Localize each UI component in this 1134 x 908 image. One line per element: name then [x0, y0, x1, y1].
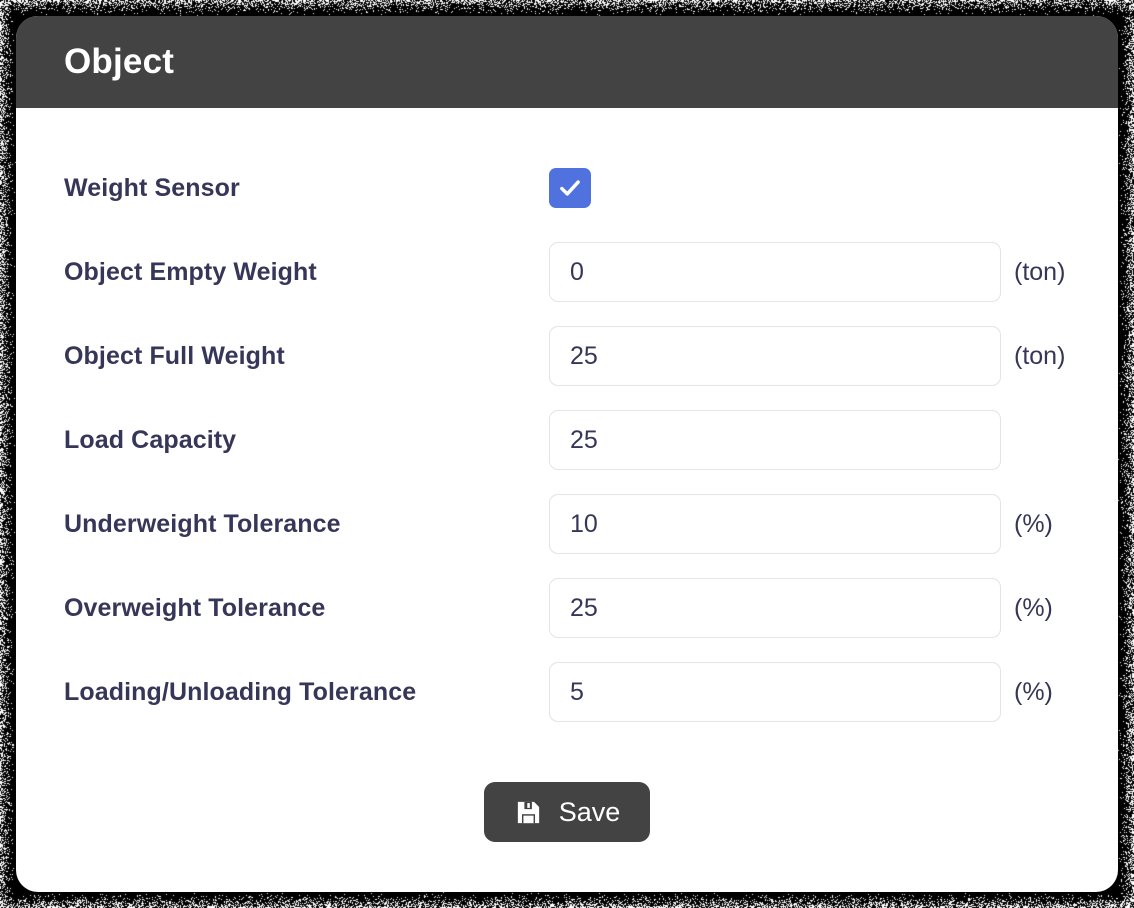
- load-capacity-input[interactable]: [549, 410, 1001, 470]
- form-row-object-empty-weight: Object Empty Weight (ton): [16, 230, 1118, 314]
- form-row-loading-unloading-tolerance: Loading/Unloading Tolerance (%): [16, 650, 1118, 734]
- unit-underweight-tolerance: (%): [1014, 510, 1053, 539]
- object-settings-dialog: Object Weight Sensor Object Empty Weight…: [16, 16, 1118, 892]
- form-row-weight-sensor: Weight Sensor: [16, 146, 1118, 230]
- unit-overweight-tolerance: (%): [1014, 594, 1053, 623]
- page-title: Object: [64, 42, 174, 82]
- field-underweight-tolerance: (%): [549, 494, 1053, 554]
- label-weight-sensor: Weight Sensor: [64, 174, 549, 203]
- form-row-underweight-tolerance: Underweight Tolerance (%): [16, 482, 1118, 566]
- label-object-full-weight: Object Full Weight: [64, 342, 549, 371]
- label-overweight-tolerance: Overweight Tolerance: [64, 594, 549, 623]
- dialog-footer: Save: [16, 782, 1118, 842]
- floppy-disk-icon: [514, 798, 543, 827]
- field-load-capacity: [549, 410, 1001, 470]
- label-load-capacity: Load Capacity: [64, 426, 549, 455]
- object-empty-weight-input[interactable]: [549, 242, 1001, 302]
- save-button-label: Save: [559, 799, 621, 826]
- loading-unloading-tolerance-input[interactable]: [549, 662, 1001, 722]
- dialog-header: Object: [16, 16, 1118, 108]
- dialog-body: Weight Sensor Object Empty Weight (ton) …: [16, 108, 1118, 892]
- unit-object-empty-weight: (ton): [1014, 258, 1065, 287]
- field-loading-unloading-tolerance: (%): [549, 662, 1053, 722]
- label-loading-unloading-tolerance: Loading/Unloading Tolerance: [64, 678, 549, 707]
- weight-sensor-checkbox[interactable]: [549, 168, 591, 208]
- unit-loading-unloading-tolerance: (%): [1014, 678, 1053, 707]
- form-row-object-full-weight: Object Full Weight (ton): [16, 314, 1118, 398]
- overweight-tolerance-input[interactable]: [549, 578, 1001, 638]
- label-object-empty-weight: Object Empty Weight: [64, 258, 549, 287]
- form-row-overweight-tolerance: Overweight Tolerance (%): [16, 566, 1118, 650]
- field-weight-sensor: [549, 168, 591, 208]
- field-object-empty-weight: (ton): [549, 242, 1065, 302]
- label-underweight-tolerance: Underweight Tolerance: [64, 510, 549, 539]
- form-row-load-capacity: Load Capacity: [16, 398, 1118, 482]
- underweight-tolerance-input[interactable]: [549, 494, 1001, 554]
- unit-object-full-weight: (ton): [1014, 342, 1065, 371]
- field-object-full-weight: (ton): [549, 326, 1065, 386]
- object-full-weight-input[interactable]: [549, 326, 1001, 386]
- save-button[interactable]: Save: [484, 782, 651, 842]
- field-overweight-tolerance: (%): [549, 578, 1053, 638]
- check-icon: [557, 175, 583, 201]
